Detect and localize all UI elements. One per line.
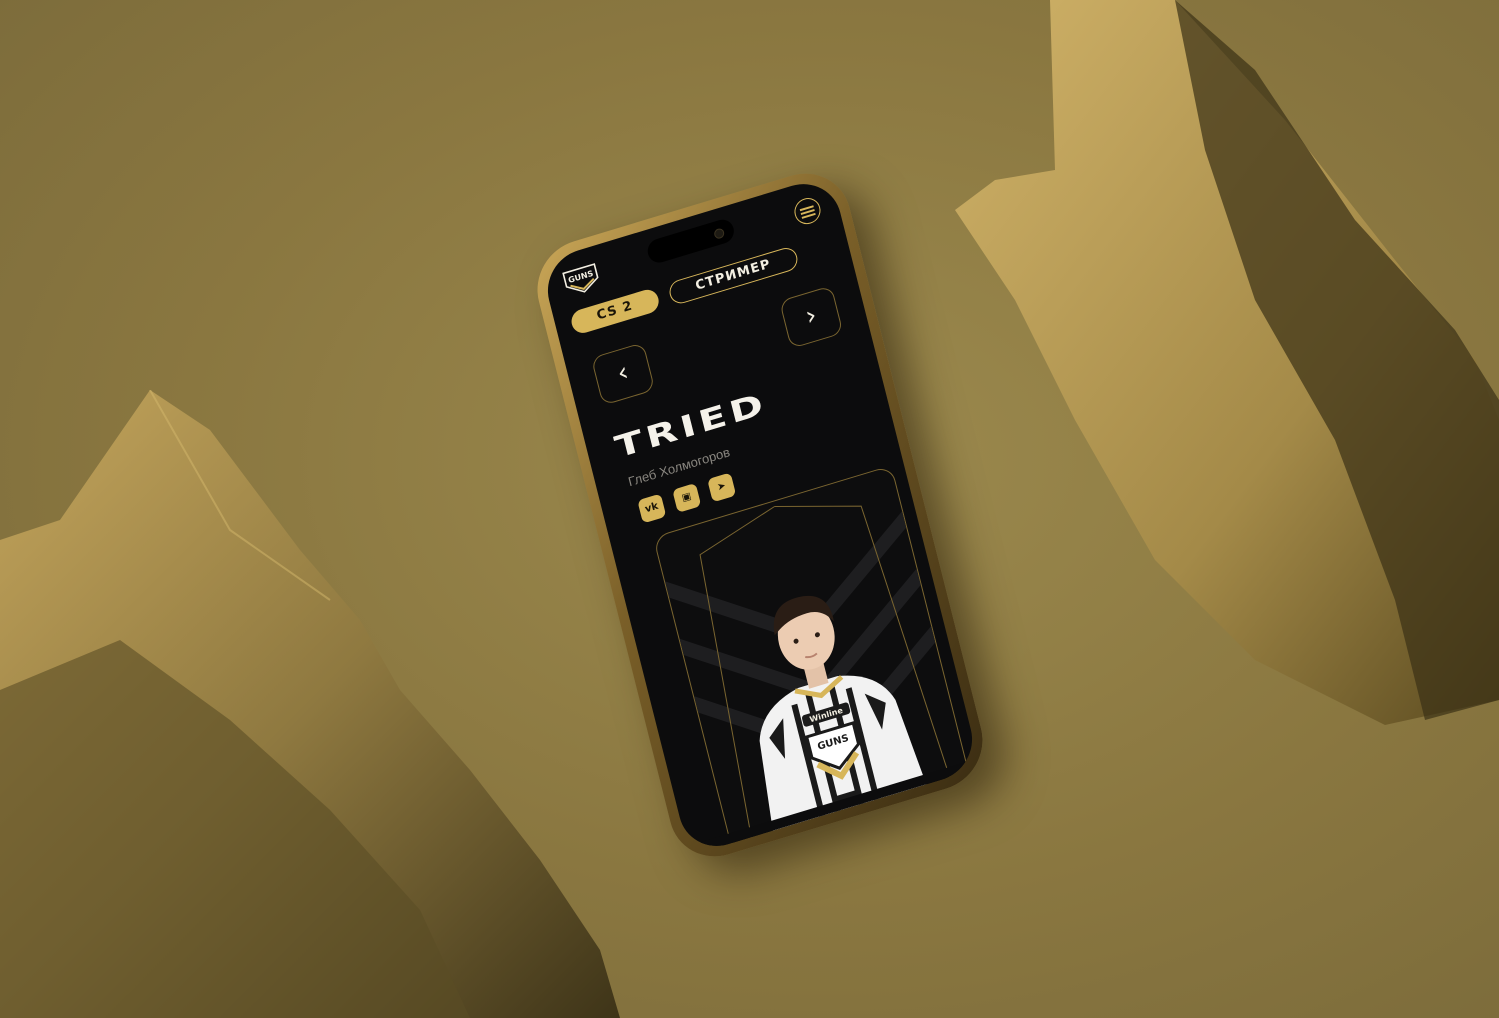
twitch-icon[interactable]: ▣: [672, 482, 702, 513]
player-nickname: TRIED: [611, 386, 771, 466]
chevron-right-icon[interactable]: ›: [779, 285, 844, 349]
guns-team-logo-icon[interactable]: GUNS: [560, 260, 602, 299]
hamburger-menu-icon[interactable]: [791, 194, 824, 228]
telegram-icon[interactable]: ➤: [707, 472, 737, 503]
rock-left: [0, 390, 620, 1018]
rock-right: [955, 0, 1499, 725]
chevron-left-icon[interactable]: ‹: [590, 342, 656, 406]
vk-icon[interactable]: vk: [637, 493, 667, 524]
